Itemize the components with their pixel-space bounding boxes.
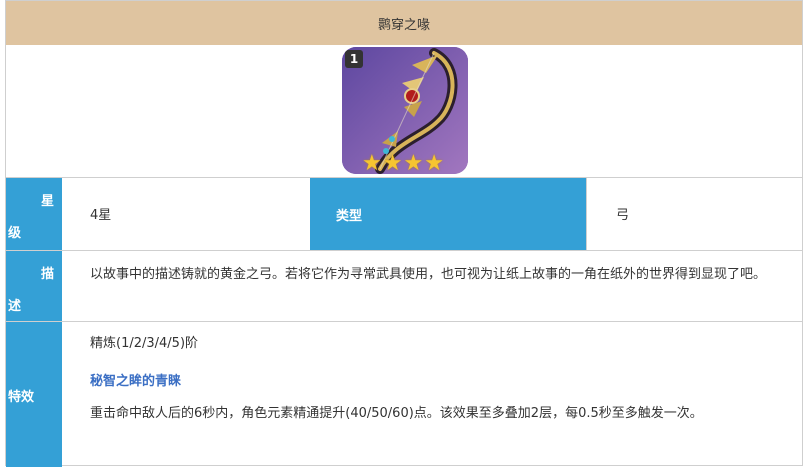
rarity-stars: ★ ★ ★ ★ [362,151,444,174]
effect-label-text: 特效 [8,390,35,405]
rarity-row: 星 级 4星 类型 弓 [6,177,802,250]
passive-skill-name: 秘智之眸的青睐 [90,374,182,389]
effect-label: 特效 [6,322,62,467]
description-text: 以故事中的描述铸就的黄金之弓。若将它作为寻常武具使用，也可视为让纸上故事的一角在… [90,267,767,282]
weapon-title: 鹮穿之喙 [377,17,430,33]
rarity-label-top: 星 [40,194,54,209]
weapon-icon: 1 ★ ★ ★ ★ [342,47,468,174]
description-row: 描 述 以故事中的描述铸就的黄金之弓。若将它作为寻常武具使用，也可视为让纸上故事… [6,250,802,321]
type-value: 弓 [616,208,630,223]
refine-badge: 1 [345,50,363,68]
description-label: 描 述 [6,251,62,321]
effect-row: 特效 精炼(1/2/3/4/5)阶 秘智之眸的青睐 重击命中敌人后的6秒内，角色… [6,321,802,467]
weapon-title-bar: 鹮穿之喙 [6,1,802,45]
description-label-bottom: 述 [8,299,22,314]
type-label: 类型 [310,178,586,250]
star-icon: ★ [362,151,382,174]
type-label-text: 类型 [336,209,363,224]
rarity-label: 星 级 [6,178,62,250]
divider [586,178,587,250]
weapon-card: 鹮穿之喙 1 ★ ★ ★ ★ 星 级 4星 类型 弓 描 述 以故事中的描述铸就… [5,0,803,467]
star-icon: ★ [424,151,444,174]
description-label-top: 描 [40,267,54,282]
refine-levels: 精炼(1/2/3/4/5)阶 [90,336,199,351]
star-icon: ★ [382,151,403,174]
rarity-value: 4星 [90,208,112,223]
rarity-label-bottom: 级 [8,226,22,241]
passive-effect-text: 重击命中敌人后的6秒内，角色元素精通提升(40/50/60)点。该效果至多叠加2… [90,406,703,421]
star-icon: ★ [403,151,424,174]
